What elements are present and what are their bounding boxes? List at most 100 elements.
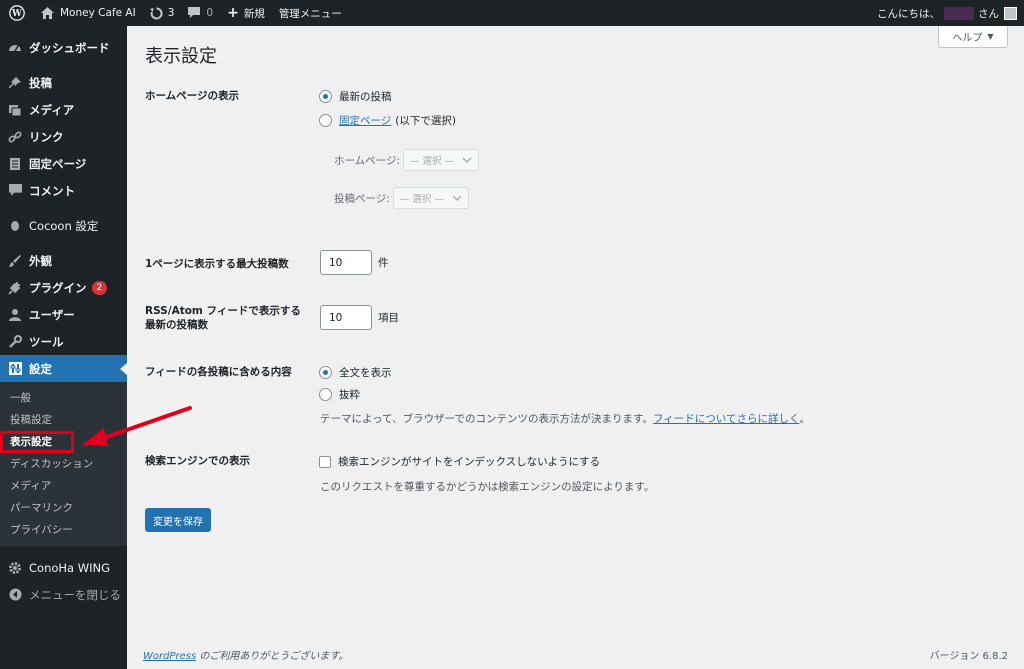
radio-excerpt-row[interactable]: 抜粋 xyxy=(319,387,360,402)
sidebar-item-settings[interactable]: 設定 xyxy=(0,355,127,382)
home-icon xyxy=(41,7,54,19)
pin-icon xyxy=(7,75,23,91)
sidebar-item-users[interactable]: ユーザー xyxy=(0,301,127,328)
comments-link[interactable]: 0 xyxy=(181,0,220,26)
help-tab-button[interactable]: ヘルプ ▼ xyxy=(938,26,1008,48)
admin-menu-label: 管理メニュー xyxy=(278,7,342,20)
submenu-reading[interactable]: 表示設定 xyxy=(0,431,74,453)
sidebar-item-label: Cocoon 設定 xyxy=(29,218,99,233)
feed-description-end: 。 xyxy=(799,413,810,425)
feed-description-text: テーマによって、ブラウザーでのコンテンツの表示方法が決まります。 xyxy=(320,413,653,425)
search-visibility-label: 検索エンジンでの表示 xyxy=(145,455,250,467)
submenu-permalinks[interactable]: パーマリンク xyxy=(0,497,127,519)
plus-icon: + xyxy=(227,5,239,21)
footer-thanks-text: のご利用ありがとうございます。 xyxy=(196,651,349,662)
posts-per-page-label: 1ページに表示する最大投稿数 xyxy=(145,258,289,270)
comments-count: 0 xyxy=(206,7,214,19)
settings-icon xyxy=(7,361,23,377)
caret-down-icon: ▼ xyxy=(987,32,994,41)
svg-text:W: W xyxy=(11,9,22,19)
sidebar-item-label: 投稿 xyxy=(29,75,52,90)
radio-excerpt[interactable] xyxy=(319,388,332,401)
radio-latest-posts[interactable] xyxy=(319,90,332,103)
feed-description: テーマによって、ブラウザーでのコンテンツの表示方法が決まります。フィードについて… xyxy=(320,411,810,426)
sidebar-item-links[interactable]: リンク xyxy=(0,123,127,150)
noindex-checkbox-row[interactable]: 検索エンジンがサイトをインデックスしないようにする xyxy=(319,454,600,469)
sidebar-item-posts[interactable]: 投稿 xyxy=(0,69,127,96)
posts-page-select-label: 投稿ページ: xyxy=(334,192,390,205)
gear-icon xyxy=(7,560,23,576)
radio-excerpt-label: 抜粋 xyxy=(339,389,360,401)
updates-link[interactable]: 3 xyxy=(143,0,182,26)
rss-items-label: RSS/Atom フィードで表示する 最新の投稿数 xyxy=(145,304,301,332)
greeting-suffix: さん xyxy=(978,7,999,20)
updates-icon xyxy=(149,6,163,20)
admin-bar: W Money Cafe AI 3 0 + 新規 管理メニュー こんにちは、 さ… xyxy=(0,0,1024,26)
sidebar-item-label: 固定ページ xyxy=(29,156,87,171)
sidebar-item-tools[interactable]: ツール xyxy=(0,328,127,355)
submenu-discussion[interactable]: ディスカッション xyxy=(0,453,127,475)
homepage-select-row: ホームページ: — 選択 — xyxy=(334,149,480,171)
sidebar-item-plugins[interactable]: プラグイン 2 xyxy=(0,274,127,301)
submenu-privacy[interactable]: プライバシー xyxy=(0,519,127,541)
new-content-link[interactable]: + 新規 xyxy=(220,0,272,26)
rss-items-input[interactable]: 10 xyxy=(320,305,372,330)
static-page-link[interactable]: 固定ページ xyxy=(339,113,391,128)
noindex-checkbox[interactable] xyxy=(319,455,331,468)
wordpress-link[interactable]: WordPress xyxy=(143,651,196,662)
posts-per-page-input[interactable]: 10 xyxy=(320,250,372,275)
feed-content-label: フィードの各投稿に含める内容 xyxy=(145,366,292,378)
sidebar-item-label: 外観 xyxy=(29,253,52,268)
radio-full-text[interactable] xyxy=(319,366,332,379)
main-content: ヘルプ ▼ 表示設定 ホームページの表示 最新の投稿 固定ページ (以下で選択)… xyxy=(127,26,1024,669)
dashboard-icon xyxy=(7,40,23,56)
collapse-icon xyxy=(7,587,23,603)
plugin-update-badge: 2 xyxy=(91,280,108,295)
posts-page-select-row: 投稿ページ: — 選択 — xyxy=(334,187,469,209)
my-account-link[interactable]: こんにちは、 さん xyxy=(870,0,1024,26)
page-title: 表示設定 xyxy=(145,46,217,67)
rss-items-label-line2: 最新の投稿数 xyxy=(145,319,208,331)
save-changes-button[interactable]: 変更を保存 xyxy=(145,508,211,532)
brush-icon xyxy=(7,253,23,269)
homepage-select-value: — 選択 — xyxy=(410,156,455,167)
radio-full-text-label: 全文を表示 xyxy=(339,367,392,379)
wrench-icon xyxy=(7,334,23,350)
radio-full-text-row[interactable]: 全文を表示 xyxy=(319,365,392,380)
media-icon xyxy=(7,102,23,118)
sidebar-item-cocoon[interactable]: Cocoon 設定 xyxy=(0,212,127,239)
collapse-menu-button[interactable]: メニューを閉じる xyxy=(0,581,127,608)
sidebar-item-conoha-wing[interactable]: ConoHa WING xyxy=(0,554,127,581)
new-label: 新規 xyxy=(243,7,265,20)
sidebar-item-dashboard[interactable]: ダッシュボード xyxy=(0,34,127,61)
noindex-checkbox-label: 検索エンジンがサイトをインデックスしないようにする xyxy=(338,456,601,468)
feed-learn-more-link[interactable]: フィードについてさらに詳しく xyxy=(653,413,799,425)
homepage-select[interactable]: — 選択 — xyxy=(403,149,480,171)
radio-latest-posts-label: 最新の投稿 xyxy=(339,91,392,103)
sidebar-item-media[interactable]: メディア xyxy=(0,96,127,123)
rss-items-label-line1: RSS/Atom フィードで表示する xyxy=(145,305,301,317)
posts-page-select-value: — 選択 — xyxy=(399,194,444,205)
search-visibility-description: このリクエストを尊重するかどうかは検索エンジンの設定によります。 xyxy=(320,481,655,493)
rss-items-unit: 項目 xyxy=(378,312,399,324)
footer-thanks: WordPress のご利用ありがとうございます。 xyxy=(143,647,348,662)
wordpress-logo-icon[interactable]: W xyxy=(0,0,34,26)
sidebar-item-label: ユーザー xyxy=(29,307,75,322)
sidebar-item-comments[interactable]: コメント xyxy=(0,177,127,204)
admin-menu-link[interactable]: 管理メニュー xyxy=(272,0,349,26)
sidebar-item-pages[interactable]: 固定ページ xyxy=(0,150,127,177)
plugin-icon xyxy=(7,280,23,296)
sidebar-item-appearance[interactable]: 外観 xyxy=(0,247,127,274)
radio-latest-posts-row[interactable]: 最新の投稿 xyxy=(319,89,392,104)
submenu-media[interactable]: メディア xyxy=(0,475,127,497)
sidebar-item-label: メニューを閉じる xyxy=(29,587,121,602)
posts-per-page-unit: 件 xyxy=(378,257,389,269)
chevron-down-icon xyxy=(452,193,462,204)
site-name-link[interactable]: Money Cafe AI xyxy=(34,0,143,26)
posts-page-select[interactable]: — 選択 — xyxy=(392,187,469,209)
radio-static-page-row[interactable]: 固定ページ (以下で選択) xyxy=(319,113,456,128)
sidebar-item-label: ダッシュボード xyxy=(29,40,110,55)
updates-count: 3 xyxy=(167,7,175,19)
radio-static-page[interactable] xyxy=(319,114,332,127)
cocoon-icon xyxy=(7,218,23,234)
